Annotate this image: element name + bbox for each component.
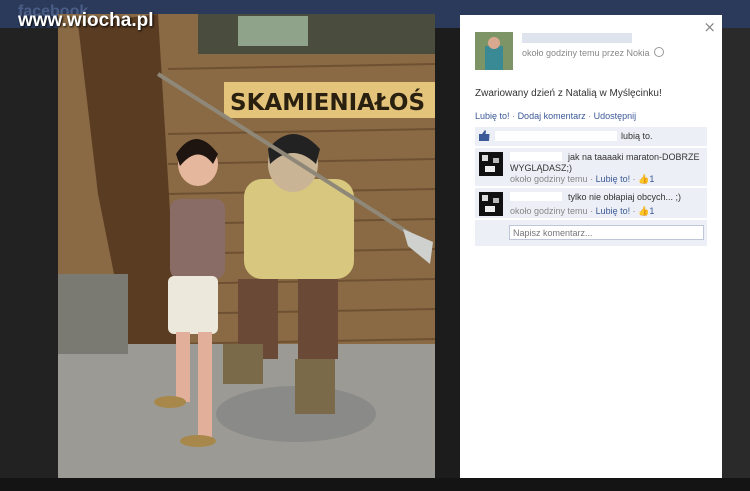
comment-text: jak na taaaaki maraton-DOBRZE WYGLĄDASZ;…: [510, 152, 700, 173]
separator: ·: [590, 206, 594, 216]
photo-illustration: SKAMIENIAŁOŚ: [58, 14, 435, 478]
close-icon[interactable]: ×: [703, 18, 716, 36]
likes-summary: lubią to.: [475, 127, 707, 146]
thumbs-up-icon: 👍: [638, 206, 650, 216]
post-actions: Lubię to! · Dodaj komentarz · Udostępnij: [475, 111, 636, 121]
globe-icon: [654, 47, 665, 57]
author-avatar[interactable]: [475, 32, 513, 70]
photo-sign-text: SKAMIENIAŁOŚ: [230, 88, 425, 116]
comment-text: tylko nie obłapiaj obcych... ;): [568, 192, 682, 202]
comment-input[interactable]: Napisz komentarz...: [509, 225, 704, 240]
post-meta: około godziny temu przez Nokia: [522, 47, 665, 58]
commenter-avatar[interactable]: [479, 152, 503, 176]
background-right: [722, 28, 750, 491]
commenter-avatar[interactable]: [479, 192, 503, 216]
comment-like-count[interactable]: 1: [649, 174, 654, 184]
comment-meta: około godziny temu · Lubię to! · 👍1: [510, 174, 654, 185]
avatar-image: [475, 32, 513, 70]
thumbs-up-icon: [479, 130, 490, 141]
likers-redacted: [495, 131, 617, 141]
site-watermark: www.wiocha.pl: [18, 10, 154, 31]
background-bottom: [0, 478, 750, 491]
post-meta-text: około godziny temu przez Nokia: [522, 48, 650, 58]
commenter-avatar-image: [479, 192, 503, 216]
separator: ·: [512, 111, 516, 121]
comment-item: tylko nie obłapiaj obcych... ;) około go…: [475, 188, 707, 218]
share-link[interactable]: Udostępnij: [594, 111, 637, 121]
comment-item: jak na taaaaki maraton-DOBRZE WYGLĄDASZ;…: [475, 148, 707, 186]
add-comment-link[interactable]: Dodaj komentarz: [518, 111, 586, 121]
like-link[interactable]: Lubię to!: [475, 111, 510, 121]
post-caption: Zwariowany dzień z Natalią w Myślęcinku!: [475, 88, 662, 99]
separator: ·: [632, 174, 636, 184]
comment-time: około godziny temu: [510, 206, 588, 216]
separator: ·: [590, 174, 594, 184]
separator: ·: [588, 111, 592, 121]
comment-like-link[interactable]: Lubię to!: [596, 206, 631, 216]
likes-text: lubią to.: [621, 131, 653, 141]
background-left: [0, 28, 58, 491]
comment-like-count[interactable]: 1: [649, 206, 654, 216]
lightbox-photo[interactable]: SKAMIENIAŁOŚ: [58, 14, 435, 478]
commenter-avatar-image: [479, 152, 503, 176]
separator: ·: [632, 206, 636, 216]
author-name-redacted: [522, 33, 632, 43]
comment-time: około godziny temu: [510, 174, 588, 184]
photo-side-panel: × około godziny temu przez Nokia Zwariow…: [460, 15, 722, 478]
thumbs-up-icon: 👍: [638, 174, 650, 184]
comment-meta: około godziny temu · Lubię to! · 👍1: [510, 206, 654, 217]
comment-like-link[interactable]: Lubię to!: [596, 174, 631, 184]
